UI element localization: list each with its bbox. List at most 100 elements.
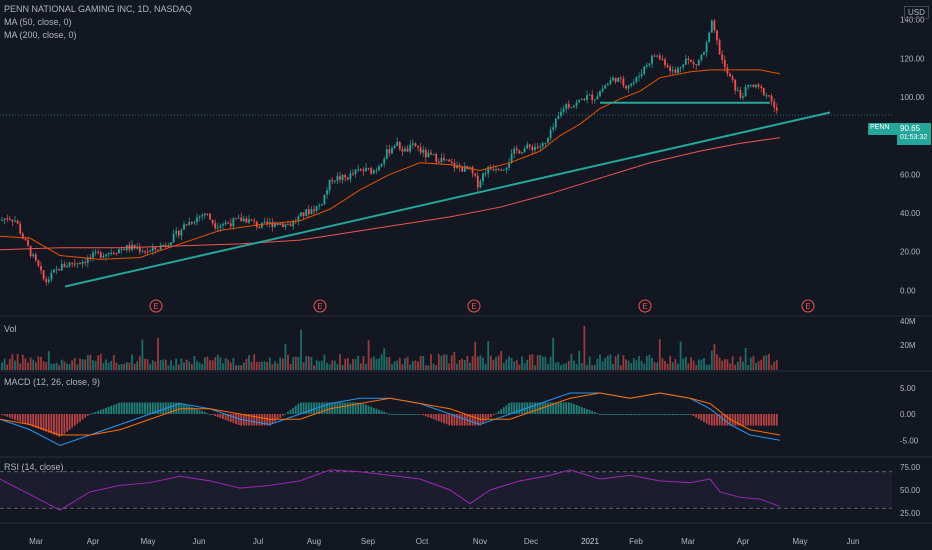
macd-histogram-bar [625, 414, 627, 415]
ma50-legend[interactable]: MA (50, close, 0) [4, 17, 72, 27]
macd-histogram-bar [255, 414, 258, 426]
candle [710, 20, 713, 33]
volume-bar [619, 365, 622, 370]
candle [739, 90, 742, 98]
volume-bar [466, 355, 469, 370]
macd-histogram-bar [612, 414, 614, 415]
price-chart[interactable]: 140.00120.00100.0080.0060.0040.0020.000.… [0, 0, 932, 550]
volume-bar [19, 363, 22, 370]
volume-bar [146, 359, 149, 370]
volume-bar [346, 357, 349, 370]
macd-histogram-bar [601, 414, 604, 415]
candle [151, 246, 154, 251]
macd-histogram-bar [710, 414, 713, 426]
volume-bar [245, 358, 248, 370]
macd-histogram-bar [586, 408, 588, 414]
macd-histogram-bar [664, 414, 666, 415]
candle [528, 144, 531, 147]
volume-bar [253, 354, 256, 370]
volume-bar [193, 355, 196, 370]
volume-bar [578, 350, 581, 370]
macd-histogram-bar [674, 414, 677, 415]
candle [315, 206, 318, 212]
candle [196, 217, 198, 223]
candle [419, 147, 422, 153]
candle [583, 98, 586, 100]
macd-histogram-bar [752, 414, 755, 426]
macd-histogram-bar [690, 414, 692, 415]
candle [773, 101, 776, 108]
volume-bar [383, 348, 386, 370]
macd-histogram-bar [726, 414, 729, 426]
candle [588, 94, 591, 96]
volume-bar [11, 354, 14, 370]
macd-histogram-bar [120, 402, 123, 414]
macd-histogram-bar [700, 414, 703, 421]
candle [697, 59, 700, 66]
macd-histogram-bar [235, 414, 237, 425]
candle [250, 219, 253, 221]
candle [339, 176, 341, 180]
volume-bar [287, 354, 289, 370]
volume-bar [664, 361, 666, 370]
y-tick-label: 120.00 [900, 54, 925, 63]
candle [24, 238, 27, 240]
macd-histogram-bar [606, 414, 609, 415]
candle [32, 254, 35, 256]
volume-bar [339, 354, 341, 370]
ma200-legend[interactable]: MA (200, close, 0) [4, 30, 77, 40]
candle [635, 77, 638, 83]
volume-bar [50, 363, 53, 370]
volume-bar [40, 356, 42, 370]
macd-histogram-bar [232, 414, 235, 424]
candle [133, 244, 136, 249]
candle [471, 167, 474, 174]
macd-histogram-bar [505, 405, 508, 414]
candle [690, 59, 692, 62]
candle [692, 61, 695, 65]
y-tick-label: 100.00 [900, 93, 925, 102]
macd-histogram-bar [32, 414, 35, 427]
volume-bar [73, 357, 76, 370]
macd-histogram-bar [653, 414, 656, 415]
volume-bar [591, 365, 594, 370]
macd-histogram-bar [474, 414, 477, 426]
candle [253, 220, 256, 222]
x-tick-label: Mar [29, 537, 43, 546]
volume-bar [593, 364, 596, 370]
volume-bar [131, 354, 133, 370]
candle [138, 247, 141, 252]
macd-histogram-bar [188, 405, 191, 414]
volume-bar [255, 361, 258, 370]
macd-histogram-bar [58, 414, 61, 437]
macd-histogram-bar [419, 414, 422, 415]
macd-histogram-bar [380, 410, 383, 414]
macd-histogram-bar [63, 414, 66, 434]
candle [638, 76, 640, 78]
volume-bar [515, 359, 518, 370]
macd-histogram-bar [68, 414, 71, 430]
volume-bar [752, 355, 755, 370]
volume-bar [71, 360, 74, 370]
macd-histogram-bar [609, 414, 612, 415]
volume-bar [653, 362, 656, 370]
macd-histogram-bar [495, 413, 497, 415]
macd-histogram-bar [81, 414, 84, 420]
macd-histogram-bar [648, 414, 651, 415]
macd-histogram-bar [94, 411, 97, 414]
candle [40, 266, 42, 271]
volume-bar [66, 363, 68, 370]
macd-histogram-bar [682, 414, 685, 415]
candle [430, 152, 432, 155]
volume-bar [521, 356, 523, 370]
volume-bar [370, 358, 373, 370]
candle [666, 65, 669, 68]
candle [255, 221, 258, 227]
macd-histogram-bar [229, 414, 232, 423]
macd-histogram-bar [292, 407, 295, 414]
volume-bar [723, 359, 726, 370]
candle [118, 249, 120, 254]
earnings-marker-label: E [317, 302, 322, 311]
currency-button[interactable]: USD [904, 6, 929, 19]
volume-bar [63, 361, 66, 370]
